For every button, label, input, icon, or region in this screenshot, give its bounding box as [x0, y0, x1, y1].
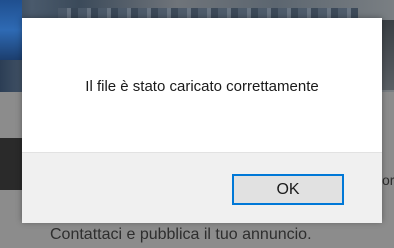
ok-button[interactable]: OK	[232, 174, 344, 205]
dialog-message: Il file è stato caricato correttamente	[85, 78, 319, 95]
background-blue-strip	[0, 0, 22, 60]
dialog-body: Il file è stato caricato correttamente	[22, 18, 382, 152]
background-right-panel	[380, 20, 394, 90]
alert-dialog: Il file è stato caricato correttamente O…	[22, 18, 382, 223]
background-banner-title	[58, 8, 358, 18]
background-footer-text: Contattaci e pubblica il tuo annuncio.	[50, 226, 312, 243]
background-dark-block	[0, 138, 22, 190]
background-side-text: or	[382, 172, 394, 188]
